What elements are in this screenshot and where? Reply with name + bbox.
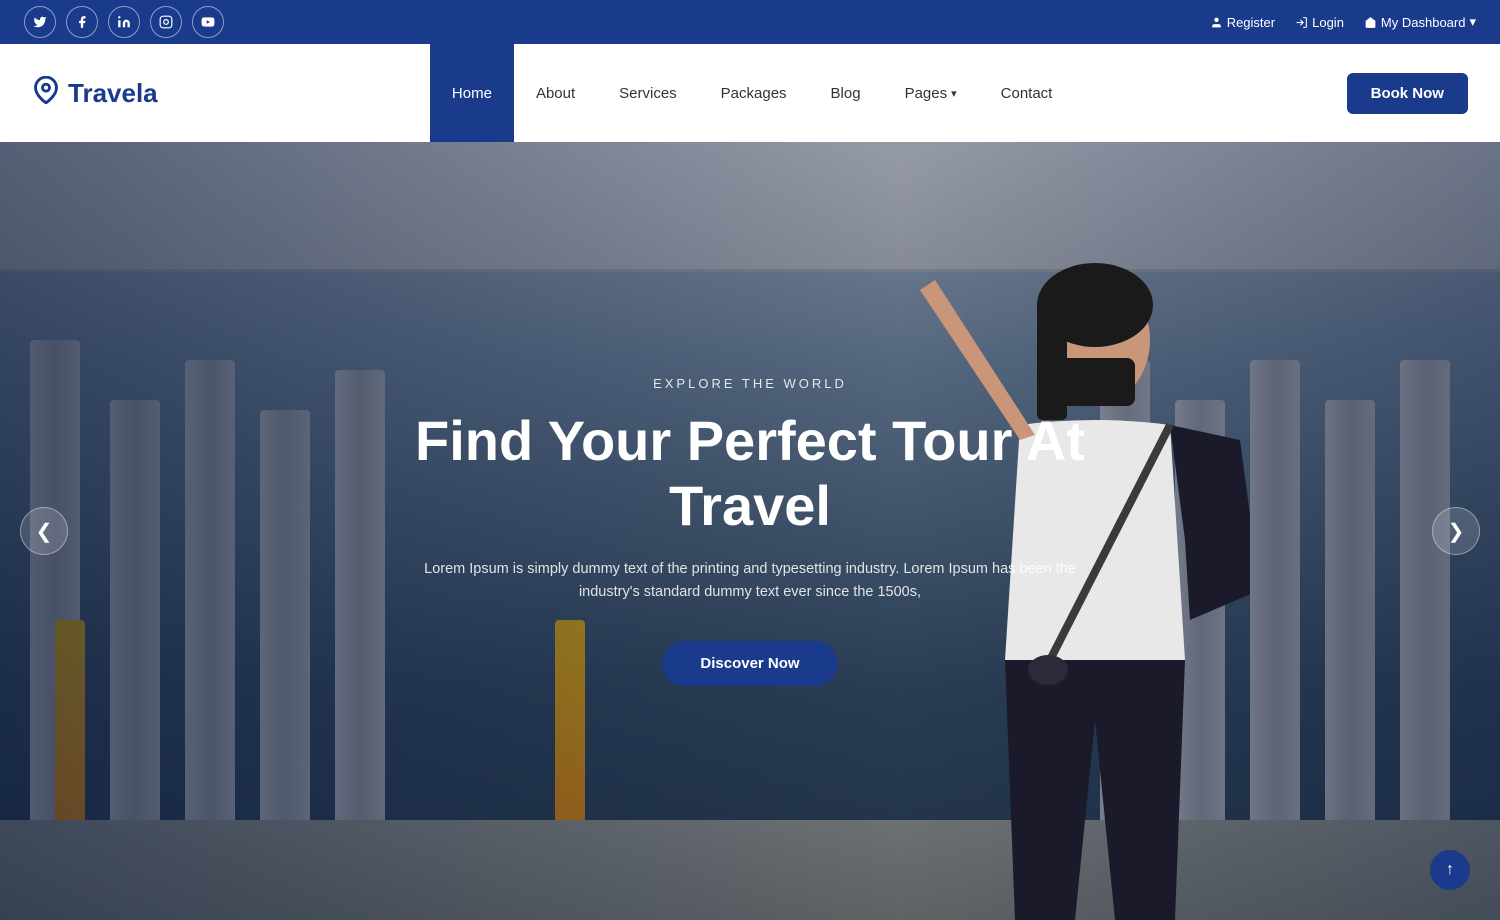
- pages-dropdown-arrow: ▾: [951, 87, 957, 100]
- linkedin-icon[interactable]: [108, 6, 140, 38]
- hero-title: Find Your Perfect Tour At Travel: [350, 409, 1150, 538]
- book-now-button[interactable]: Book Now: [1347, 73, 1468, 114]
- hero-subtitle: EXPLORE THE WORLD: [350, 376, 1150, 391]
- facebook-icon[interactable]: [66, 6, 98, 38]
- top-bar: Register Login My Dashboard ▾: [0, 0, 1500, 44]
- navbar: Travela Home About Services Packages Blo…: [0, 44, 1500, 142]
- logo[interactable]: Travela: [32, 76, 158, 111]
- top-right-links: Register Login My Dashboard ▾: [1210, 14, 1476, 30]
- dashboard-link[interactable]: My Dashboard ▾: [1364, 14, 1476, 30]
- nav-contact[interactable]: Contact: [979, 44, 1075, 142]
- nav-about[interactable]: About: [514, 44, 597, 142]
- logo-text: Travela: [68, 78, 158, 109]
- hero-section: EXPLORE THE WORLD Find Your Perfect Tour…: [0, 142, 1500, 920]
- prev-arrow[interactable]: ❮: [20, 507, 68, 555]
- next-arrow[interactable]: ❯: [1432, 507, 1480, 555]
- hero-description: Lorem Ipsum is simply dummy text of the …: [400, 558, 1100, 604]
- instagram-icon[interactable]: [150, 6, 182, 38]
- nav-pages[interactable]: Pages ▾: [883, 44, 979, 142]
- scroll-top-button[interactable]: ↑: [1430, 850, 1470, 890]
- twitter-icon[interactable]: [24, 6, 56, 38]
- register-link[interactable]: Register: [1210, 15, 1275, 30]
- discover-button[interactable]: Discover Now: [662, 641, 837, 686]
- nav-links: Home About Services Packages Blog Pages …: [430, 44, 1074, 142]
- nav-services[interactable]: Services: [597, 44, 699, 142]
- nav-blog[interactable]: Blog: [809, 44, 883, 142]
- youtube-icon[interactable]: [192, 6, 224, 38]
- social-icons: [24, 6, 224, 38]
- hero-content: EXPLORE THE WORLD Find Your Perfect Tour…: [350, 376, 1150, 685]
- login-link[interactable]: Login: [1295, 15, 1344, 30]
- nav-packages[interactable]: Packages: [699, 44, 809, 142]
- nav-home[interactable]: Home: [430, 44, 514, 142]
- logo-pin-icon: [32, 76, 60, 111]
